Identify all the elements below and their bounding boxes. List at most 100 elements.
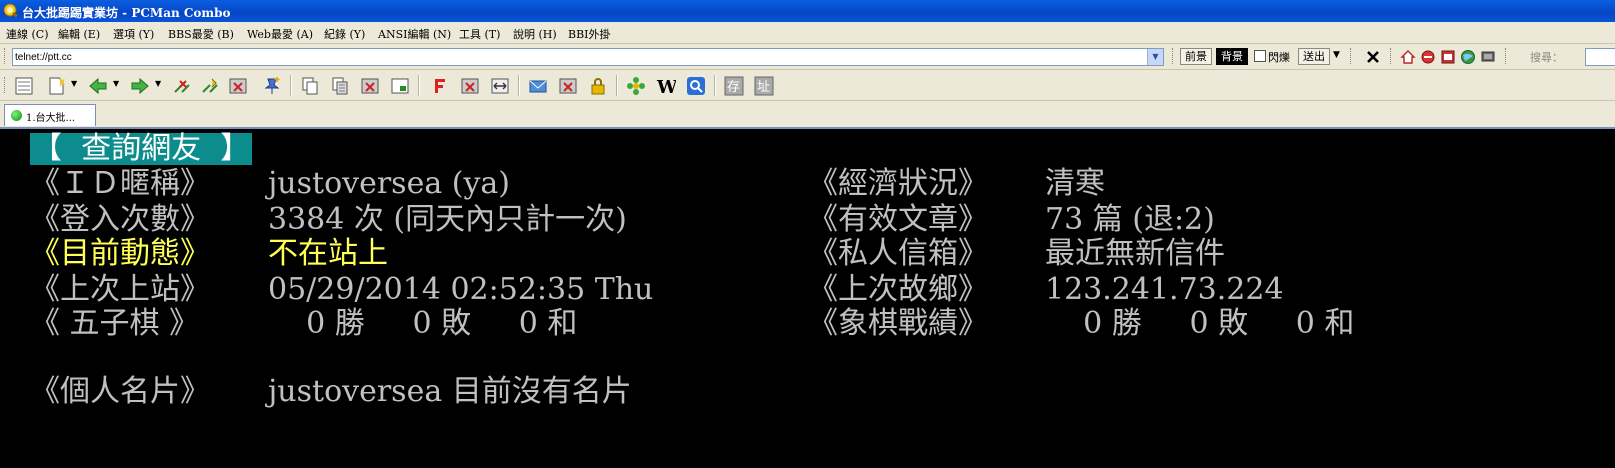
menu-ansi-edit[interactable]: ANSI編輯 (N) (378, 26, 451, 42)
settings-icon[interactable] (460, 76, 480, 96)
main-toolbar: ▼ ▼ ▼ W 存 址 (0, 70, 1615, 101)
disconnect-icon[interactable] (172, 76, 192, 96)
background-color-button[interactable]: 背景 (1216, 48, 1248, 65)
menu-connection[interactable]: 連線 (C) (6, 26, 49, 42)
new-connection-icon[interactable] (46, 76, 66, 96)
menu-bbs-favorites[interactable]: BBS最愛 (B) (168, 26, 234, 42)
login-count-value: 3384 次 (同天內只計一次) (268, 202, 627, 237)
flower-icon[interactable] (626, 76, 646, 96)
svg-text:址: 址 (757, 80, 770, 95)
toolbar-grip[interactable] (4, 77, 8, 93)
query-user-header: 【 查詢網友 】 (30, 131, 253, 166)
address-combo[interactable]: ▼ (12, 48, 1164, 66)
resize-icon[interactable] (490, 76, 510, 96)
mail-icon[interactable] (528, 76, 548, 96)
forward-arrow-icon[interactable] (130, 76, 150, 96)
address-input[interactable] (15, 49, 1140, 65)
menu-bar: 連線 (C) 編輯 (E) 選項 (Y) BBS最愛 (B) Web最愛 (A)… (0, 22, 1615, 44)
valid-posts-label: 《有效文章》 (808, 202, 988, 237)
monitor-icon[interactable] (1480, 49, 1496, 65)
tab-ptt[interactable]: 1.台大批... (4, 104, 96, 126)
reconnect-icon[interactable] (200, 76, 220, 96)
current-status-label: 《目前動態》 (30, 236, 210, 271)
address-dropdown-button[interactable]: ▼ (1147, 49, 1163, 65)
back-dropdown-icon[interactable]: ▼ (113, 79, 119, 88)
reload-icon[interactable] (1440, 49, 1456, 65)
send-dropdown-icon[interactable]: ▼ (1333, 50, 1340, 60)
menu-web-favorites[interactable]: Web最愛 (A) (247, 26, 313, 42)
last-host-value: 123.241.73.224 (1045, 272, 1284, 307)
send-button[interactable]: 送出 (1298, 48, 1330, 65)
home-icon[interactable] (1400, 49, 1416, 65)
foreground-color-button[interactable]: 前景 (1180, 48, 1212, 65)
menu-bbi-plugins[interactable]: BBI外掛 (568, 26, 611, 42)
tab-bar: 1.台大批... (0, 101, 1615, 129)
title-bar: 台大批踢踢實業坊 - PCMan Combo (0, 0, 1615, 22)
chess-record: 0 勝 0 敗 0 和 (1045, 306, 1355, 341)
toolbar-separator (290, 75, 292, 96)
toolbar-separator (418, 75, 420, 96)
stop-icon[interactable] (1420, 49, 1436, 65)
search-label: 搜尋： (1530, 51, 1563, 64)
gomoku-label: 《 五子棋 》 (30, 306, 200, 341)
copy-icon[interactable] (300, 76, 320, 96)
terminal-screen[interactable]: 【 查詢網友 】 《ＩＤ暱稱》 justoversea (ya) 《經濟狀況》 … (0, 129, 1615, 468)
blink-checkbox[interactable] (1254, 50, 1266, 62)
font-icon[interactable] (430, 76, 450, 96)
menu-options[interactable]: 選項 (Y) (113, 26, 154, 42)
address-bar: ▼ 前景 背景 閃爍 送出 ▼ 搜尋： (0, 44, 1615, 70)
menu-logs[interactable]: 紀錄 (Y) (324, 26, 365, 42)
gomoku-record: 0 勝 0 敗 0 和 (268, 306, 578, 341)
tab-label: 1.台大批... (26, 113, 76, 124)
blink-label: 閃爍 (1268, 51, 1290, 64)
paste-icon[interactable] (360, 76, 380, 96)
toolbar-grip[interactable] (1390, 48, 1394, 64)
menu-tools[interactable]: 工具 (T) (459, 26, 500, 42)
mailbox-label: 《私人信箱》 (808, 236, 988, 271)
toolbar-grip[interactable] (1505, 48, 1509, 64)
menu-help[interactable]: 說明 (H) (513, 26, 557, 42)
menu-edit[interactable]: 編輯 (E) (58, 26, 100, 42)
save-icon[interactable]: 存 (724, 76, 744, 96)
economy-label: 《經濟狀況》 (808, 166, 988, 201)
window-title: 台大批踢踢實業坊 - PCMan Combo (22, 6, 231, 20)
chess-label: 《象棋戰績》 (808, 306, 988, 341)
search-tool-icon[interactable] (686, 76, 706, 96)
pcman-app-icon[interactable] (3, 3, 19, 19)
id-nickname-value: justoversea (ya) (268, 166, 510, 201)
copy-with-color-icon[interactable] (330, 76, 350, 96)
forward-dropdown-icon[interactable]: ▼ (155, 79, 161, 88)
close-tab-icon[interactable] (228, 76, 248, 96)
new-connection-dropdown-icon[interactable]: ▼ (71, 79, 77, 88)
economy-value: 清寒 (1045, 166, 1105, 201)
last-login-value: 05/29/2014 02:52:35 Thu (268, 272, 654, 307)
add-favorite-icon[interactable] (262, 76, 282, 96)
login-count-label: 《登入次數》 (30, 202, 210, 237)
toolbar-grip[interactable] (1350, 48, 1354, 64)
lock-icon[interactable] (588, 76, 608, 96)
close-connection-icon[interactable] (1365, 49, 1381, 65)
personal-card-label: 《個人名片》 (30, 374, 210, 409)
mailbox-value: 最近無新信件 (1045, 236, 1225, 271)
last-login-label: 《上次上站》 (30, 272, 210, 307)
last-host-label: 《上次故鄉》 (808, 272, 988, 307)
id-nickname-label: 《ＩＤ暱稱》 (30, 166, 210, 201)
toolbar-grip[interactable] (1172, 48, 1176, 64)
current-status-value: 不在站上 (268, 236, 388, 271)
wikipedia-icon[interactable]: W (656, 76, 676, 96)
back-arrow-icon[interactable] (88, 76, 108, 96)
address-icon[interactable]: 址 (754, 76, 774, 96)
block-icon[interactable] (558, 76, 578, 96)
toolbar-separator (616, 75, 618, 96)
toolbar-separator (518, 75, 520, 96)
svg-text:存: 存 (727, 80, 740, 95)
globe-icon[interactable] (1460, 49, 1476, 65)
personal-card-value: justoversea 目前沒有名片 (268, 374, 632, 409)
connected-status-icon (11, 110, 22, 121)
valid-posts-value: 73 篇 (退:2) (1045, 202, 1215, 237)
toolbar-separator (714, 75, 716, 96)
select-all-icon[interactable] (390, 76, 410, 96)
toolbar-grip[interactable] (4, 48, 8, 64)
site-list-icon[interactable] (14, 76, 34, 96)
search-input[interactable] (1585, 48, 1615, 66)
